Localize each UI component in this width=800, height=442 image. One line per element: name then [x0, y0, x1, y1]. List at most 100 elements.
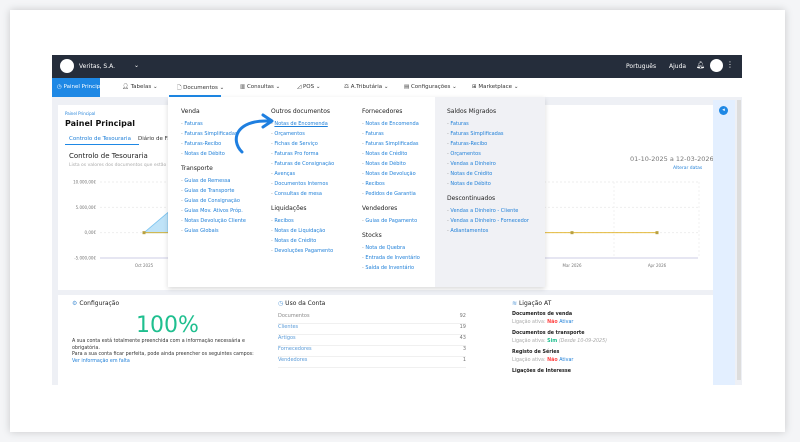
- activate-link[interactable]: Ativar: [559, 358, 573, 363]
- menu-item[interactable]: - Faturas Pro forma: [271, 149, 334, 159]
- at-title: ≋ Ligação AT: [512, 300, 552, 307]
- bottom-widgets: ⚙︎ Configuração 100% A sua conta está to…: [58, 295, 713, 385]
- usage-row[interactable]: Clientes 19: [278, 324, 466, 335]
- main-nav: ◷ Painel Principal 👤︎ Tabelas ⌄ 🗋 Docume…: [52, 78, 742, 97]
- right-panel: ◂: [713, 100, 735, 385]
- menu-item[interactable]: - Faturas: [447, 119, 529, 129]
- at-item-title: Ligações de Interesse: [512, 369, 571, 374]
- menu-item[interactable]: - Fichas de Serviço: [271, 139, 334, 149]
- config-title: ⚙︎ Configuração: [72, 300, 120, 307]
- menu-item[interactable]: - Notas de Débito: [362, 159, 420, 169]
- app: Veritas, S.A. ⌄ Português Ajuda 🔔︎ ⋮ ◷ P…: [52, 55, 742, 385]
- menu-item[interactable]: - Notas de Encomenda: [362, 119, 420, 129]
- menu-item[interactable]: - Recibos: [362, 179, 420, 189]
- menu-group-title: Descontinuados: [447, 195, 496, 202]
- y-tick-label: 10.000,00€: [73, 180, 96, 185]
- menu-item[interactable]: - Notas de Crédito: [362, 149, 420, 159]
- company-selector[interactable]: Veritas, S.A.: [79, 63, 115, 70]
- menu-item[interactable]: - Notas Devolução Cliente: [181, 216, 246, 226]
- at-item-status: Ligação ativa: Não Ativar: [512, 320, 574, 325]
- usage-title: ◷ Uso da Conta: [278, 300, 326, 307]
- menu-item[interactable]: - Vendas a Dinheiro - Cliente: [447, 206, 529, 216]
- menu-item[interactable]: - Guias de Pagamento: [362, 216, 420, 226]
- menu-item[interactable]: - Notas de Encomenda: [271, 119, 334, 129]
- usage-row[interactable]: Vendedores 1: [278, 357, 466, 368]
- menu-item[interactable]: - Notas de Crédito: [271, 236, 334, 246]
- menu-item[interactable]: - Avenças: [271, 169, 334, 179]
- menu-item[interactable]: - Notas de Débito: [447, 179, 529, 189]
- menu-item[interactable]: - Devoluções Pagamento: [271, 246, 334, 256]
- usage-row[interactable]: Documentos 92: [278, 313, 466, 324]
- data-point: [142, 231, 146, 235]
- menu-item[interactable]: - Vendas a Dinheiro - Fornecedor: [447, 216, 529, 226]
- y-tick-label: -5.000,00€: [74, 256, 96, 261]
- nav-pos[interactable]: ◿ POS ⌄: [297, 84, 320, 90]
- menu-group-title: Vendedores: [362, 205, 398, 212]
- company-logo[interactable]: [60, 59, 74, 73]
- menu-item[interactable]: - Guias Globais: [181, 226, 246, 236]
- help-link[interactable]: Ajuda: [669, 63, 686, 70]
- menu-group-title: Outros documentos: [271, 108, 330, 115]
- at-item-title: Documentos de transporte: [512, 331, 585, 336]
- avatar[interactable]: [710, 59, 723, 72]
- menu-item[interactable]: - Documentos Internos: [271, 179, 334, 189]
- nav-tabelas[interactable]: 👤︎ Tabelas ⌄: [122, 84, 158, 90]
- menu-item[interactable]: - Nota de Quebra: [362, 243, 420, 253]
- top-bar: Veritas, S.A. ⌄ Português Ajuda 🔔︎ ⋮: [52, 55, 742, 78]
- nav-documentos[interactable]: 🗋 Documentos ⌄: [177, 84, 224, 93]
- x-tick-label: Mar 2026: [563, 263, 582, 268]
- activate-link[interactable]: Ativar: [559, 320, 573, 325]
- menu-item[interactable]: - Faturas de Consignação: [271, 159, 334, 169]
- at-item-status: Ligação ativa: Sim (Desde 10-09-2025): [512, 339, 608, 344]
- menu-item[interactable]: - Notas de Liquidação: [271, 226, 334, 236]
- nav-configuracoes[interactable]: ▤ Configurações ⌄: [404, 84, 457, 90]
- x-tick-label: Oct 2025: [135, 263, 154, 268]
- menu-item[interactable]: - Recibos: [271, 216, 334, 226]
- menu-item[interactable]: - Guias de Consignação: [181, 196, 246, 206]
- menu-item[interactable]: - Adiantamentos: [447, 226, 529, 236]
- menu-column-4: Saldos Migrados - Faturas - Faturas Simpli…: [447, 108, 529, 236]
- nav-tributaria[interactable]: ⚖︎ A.Tributária ⌄: [344, 84, 388, 90]
- config-percent: 100%: [136, 313, 199, 338]
- scrollbar[interactable]: [737, 100, 741, 380]
- menu-item[interactable]: - Orçamentos: [447, 149, 529, 159]
- usage-row[interactable]: Artigos 43: [278, 335, 466, 346]
- menu-group-title: Transporte: [181, 165, 213, 172]
- toggle-panel-icon[interactable]: ◂: [719, 106, 728, 115]
- data-point: [570, 231, 574, 235]
- data-point: [655, 231, 659, 235]
- menu-item[interactable]: - Saída de Inventário: [362, 263, 420, 273]
- language-selector[interactable]: Português: [626, 63, 656, 70]
- nav-consultas[interactable]: ▥ Consultas ⌄: [240, 84, 280, 90]
- series-area: [142, 211, 169, 234]
- bell-icon[interactable]: 🔔︎: [696, 61, 705, 69]
- at-item-status: Ligação ativa: Não Ativar: [512, 358, 574, 363]
- menu-item[interactable]: - Consultas de mesa: [271, 189, 334, 199]
- x-tick-label: Apr 2026: [648, 263, 667, 268]
- menu-item[interactable]: - Faturas: [362, 129, 420, 139]
- menu-item[interactable]: - Notas de Crédito: [447, 169, 529, 179]
- more-icon[interactable]: ⋮: [726, 60, 734, 69]
- menu-item[interactable]: - Faturas Simplificadas: [447, 129, 529, 139]
- menu-item[interactable]: - Pedidos de Garantia: [362, 189, 420, 199]
- menu-item[interactable]: - Orçamentos: [271, 129, 334, 139]
- nav-marketplace[interactable]: ⊞ Marketplace ⌄: [472, 84, 518, 90]
- gear-icon: ⚙︎: [72, 300, 78, 307]
- menu-item[interactable]: - Notas de Devolução: [362, 169, 420, 179]
- menu-item[interactable]: - Guias de Remessa: [181, 176, 246, 186]
- y-tick-label: 0,00€: [85, 230, 97, 235]
- usage-row[interactable]: Fornecedores 3: [278, 346, 466, 357]
- menu-item[interactable]: - Guias Mov. Ativos Próp.: [181, 206, 246, 216]
- nav-home-label: Painel Principal: [63, 84, 106, 90]
- menu-item[interactable]: - Faturas Simplificadas: [362, 139, 420, 149]
- clock-icon: ◷: [278, 300, 284, 307]
- nav-home[interactable]: ◷ Painel Principal: [52, 78, 105, 97]
- menu-item[interactable]: - Guias de Transporte: [181, 186, 246, 196]
- menu-item[interactable]: - Entrada de Inventário: [362, 253, 420, 263]
- at-item-title: Registo de Séries: [512, 350, 560, 355]
- menu-item[interactable]: - Faturas-Recibo: [447, 139, 529, 149]
- arrow-annotation-icon: [234, 113, 274, 154]
- menu-item[interactable]: - Vendas a Dinheiro: [447, 159, 529, 169]
- y-tick-label: 5.000,00€: [76, 205, 97, 210]
- missing-info-link[interactable]: Ver informação em falta: [72, 359, 130, 364]
